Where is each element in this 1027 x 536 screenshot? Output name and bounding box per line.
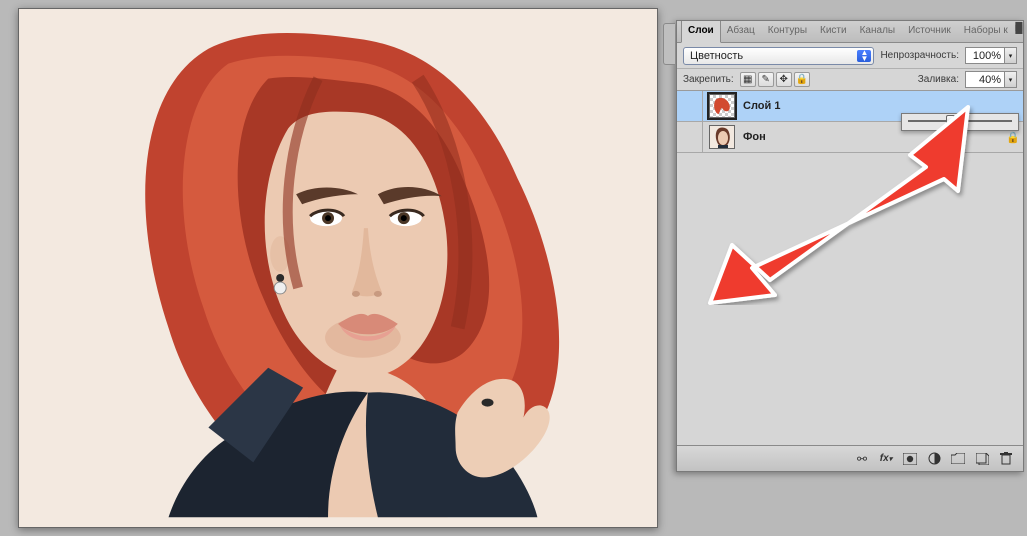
- fill-dropdown-button[interactable]: ▾: [1005, 71, 1017, 88]
- blend-opacity-row: Цветность ▲▼ Непрозрачность: 100% ▾: [677, 43, 1023, 69]
- tab-channels[interactable]: Каналы: [854, 21, 903, 42]
- tab-layers[interactable]: Слои: [681, 21, 721, 43]
- lock-icon: 🔒: [1003, 131, 1023, 144]
- portrait-image: [19, 9, 657, 527]
- dropdown-arrows-icon: ▲▼: [861, 50, 869, 62]
- panel-collapse-button[interactable]: [663, 23, 675, 65]
- layer-name[interactable]: Слой 1: [739, 100, 1023, 112]
- layers-panel: Слои Абзац Контуры Кисти Каналы Источник…: [676, 20, 1024, 472]
- layer-thumbnail[interactable]: [709, 94, 735, 118]
- fill-slider-thumb[interactable]: [946, 115, 955, 127]
- lock-paint-icon[interactable]: ✎: [758, 72, 774, 87]
- thumbnail-content: [710, 126, 735, 149]
- new-layer-icon[interactable]: [973, 451, 991, 467]
- group-icon[interactable]: [949, 451, 967, 467]
- lock-move-icon[interactable]: ✥: [776, 72, 792, 87]
- opacity-dropdown-button[interactable]: ▾: [1005, 47, 1017, 64]
- lock-all-icon[interactable]: 🔒: [794, 72, 810, 87]
- tab-presets[interactable]: Наборы к: [958, 21, 1015, 42]
- layers-list: Слой 1 Фон 🔒: [677, 91, 1023, 445]
- tab-paths[interactable]: Контуры: [762, 21, 814, 42]
- fill-slider-track[interactable]: [908, 120, 1012, 122]
- panel-tab-bar: Слои Абзац Контуры Кисти Каналы Источник…: [677, 21, 1023, 43]
- opacity-field[interactable]: 100%: [965, 47, 1005, 64]
- opacity-label: Непрозрачность:: [880, 50, 959, 61]
- panel-menu-button[interactable]: ▀▀▀: [1015, 21, 1023, 42]
- layer-name[interactable]: Фон: [739, 131, 1003, 143]
- layer-thumbnail[interactable]: [709, 125, 735, 149]
- tab-clone-source[interactable]: Источник: [902, 21, 958, 42]
- fill-label: Заливка:: [918, 74, 959, 85]
- link-icon[interactable]: ⚯: [853, 451, 871, 467]
- panel-footer: ⚯ fx▾: [677, 445, 1023, 471]
- thumbnail-content: [712, 97, 732, 115]
- blend-mode-select[interactable]: Цветность ▲▼: [683, 47, 874, 65]
- blend-mode-value: Цветность: [690, 50, 743, 62]
- lock-label: Закрепить:: [683, 74, 734, 85]
- layer-visibility-toggle[interactable]: [677, 91, 703, 121]
- mask-icon[interactable]: [901, 451, 919, 467]
- fill-slider-popup[interactable]: [901, 113, 1019, 131]
- fx-icon[interactable]: fx▾: [877, 451, 895, 467]
- tab-paragraph[interactable]: Абзац: [721, 21, 762, 42]
- document-canvas[interactable]: [18, 8, 658, 528]
- tab-brushes[interactable]: Кисти: [814, 21, 854, 42]
- adjustment-icon[interactable]: [925, 451, 943, 467]
- lock-fill-row: Закрепить: ▦ ✎ ✥ 🔒 Заливка: 40% ▾: [677, 69, 1023, 91]
- layer-visibility-toggle[interactable]: [677, 122, 703, 152]
- lock-transparency-icon[interactable]: ▦: [740, 72, 756, 87]
- fill-field[interactable]: 40%: [965, 71, 1005, 88]
- trash-icon[interactable]: [997, 451, 1015, 467]
